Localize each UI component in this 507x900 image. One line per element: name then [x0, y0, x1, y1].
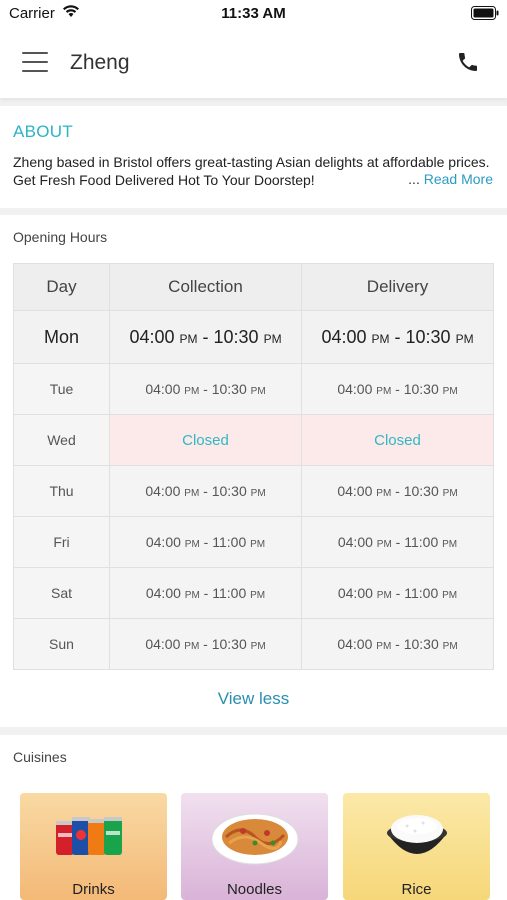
table-row: Thu 04:00 PM - 10:30 PM 04:00 PM - 10:30…	[13, 465, 494, 517]
day-cell: Thu	[13, 465, 110, 517]
cuisine-card-noodles[interactable]: Noodles	[181, 793, 328, 900]
table-row: Sun 04:00 PM - 10:30 PM 04:00 PM - 10:30…	[13, 618, 494, 670]
cuisine-card-drinks[interactable]: Drinks	[20, 793, 167, 900]
delivery-hours-cell: 04:00 PM - 11:00 PM	[301, 567, 494, 619]
collection-hours-cell: 04:00 PM - 10:30 PM	[109, 465, 302, 517]
status-bar: Carrier 11:33 AM	[0, 0, 507, 28]
restaurant-title: Zheng	[70, 51, 130, 74]
opening-hours-section: Opening Hours Day Collection Delivery Mo…	[0, 215, 507, 727]
noodles-plate-icon	[211, 813, 299, 865]
read-more-ellipsis: ...	[408, 171, 420, 187]
day-cell: Mon	[13, 310, 110, 364]
phone-icon[interactable]	[456, 50, 480, 74]
opening-hours-table: Day Collection Delivery Mon 04:00 PM - 1…	[13, 263, 494, 670]
column-header-delivery: Delivery	[301, 263, 494, 311]
collection-hours-cell: 04:00 PM - 10:30 PM	[109, 310, 302, 364]
table-row: Fri 04:00 PM - 11:00 PM 04:00 PM - 11:00…	[13, 516, 494, 568]
day-cell: Sun	[13, 618, 110, 670]
collection-hours-cell: 04:00 PM - 10:30 PM	[109, 618, 302, 670]
table-header-row: Day Collection Delivery	[13, 263, 494, 311]
delivery-closed-cell: Closed	[301, 414, 494, 466]
table-row: Mon 04:00 PM - 10:30 PM 04:00 PM - 10:30…	[13, 310, 494, 364]
day-cell: Sat	[13, 567, 110, 619]
column-header-day: Day	[13, 263, 110, 311]
table-row: Wed Closed Closed	[13, 414, 494, 466]
column-header-collection: Collection	[109, 263, 302, 311]
opening-hours-label: Opening Hours	[13, 229, 108, 245]
battery-icon	[471, 6, 499, 20]
delivery-hours-cell: 04:00 PM - 10:30 PM	[301, 363, 494, 415]
clock: 11:33 AM	[221, 5, 286, 22]
cuisine-card-rice[interactable]: Rice	[343, 793, 490, 900]
hamburger-menu-icon[interactable]	[22, 52, 48, 72]
table-row: Sat 04:00 PM - 11:00 PM 04:00 PM - 11:00…	[13, 567, 494, 619]
collection-hours-cell: 04:00 PM - 11:00 PM	[109, 516, 302, 568]
read-more-link[interactable]: ... Read More	[408, 171, 493, 187]
day-cell: Fri	[13, 516, 110, 568]
table-row: Tue 04:00 PM - 10:30 PM 04:00 PM - 10:30…	[13, 363, 494, 415]
cuisines-section: Cuisines Drinks Noodles Rice	[0, 735, 507, 900]
delivery-hours-cell: 04:00 PM - 10:30 PM	[301, 618, 494, 670]
app-header: Zheng	[0, 28, 507, 98]
read-more-label: Read More	[423, 171, 493, 187]
collection-closed-cell: Closed	[109, 414, 302, 466]
cuisines-label: Cuisines	[13, 749, 67, 765]
cuisine-name: Rice	[401, 881, 432, 898]
collection-hours-cell: 04:00 PM - 11:00 PM	[109, 567, 302, 619]
delivery-hours-cell: 04:00 PM - 10:30 PM	[301, 310, 494, 364]
soda-cans-icon	[56, 817, 122, 855]
about-section: ABOUT Zheng based in Bristol offers grea…	[0, 106, 507, 208]
day-cell: Wed	[13, 414, 110, 466]
view-less-link[interactable]: View less	[0, 689, 507, 709]
rice-bowl-icon	[387, 815, 447, 854]
cuisine-name: Drinks	[72, 881, 115, 898]
delivery-hours-cell: 04:00 PM - 10:30 PM	[301, 465, 494, 517]
collection-hours-cell: 04:00 PM - 10:30 PM	[109, 363, 302, 415]
delivery-hours-cell: 04:00 PM - 11:00 PM	[301, 516, 494, 568]
about-heading: ABOUT	[13, 122, 74, 141]
cuisine-name: Noodles	[226, 881, 283, 898]
day-cell: Tue	[13, 363, 110, 415]
